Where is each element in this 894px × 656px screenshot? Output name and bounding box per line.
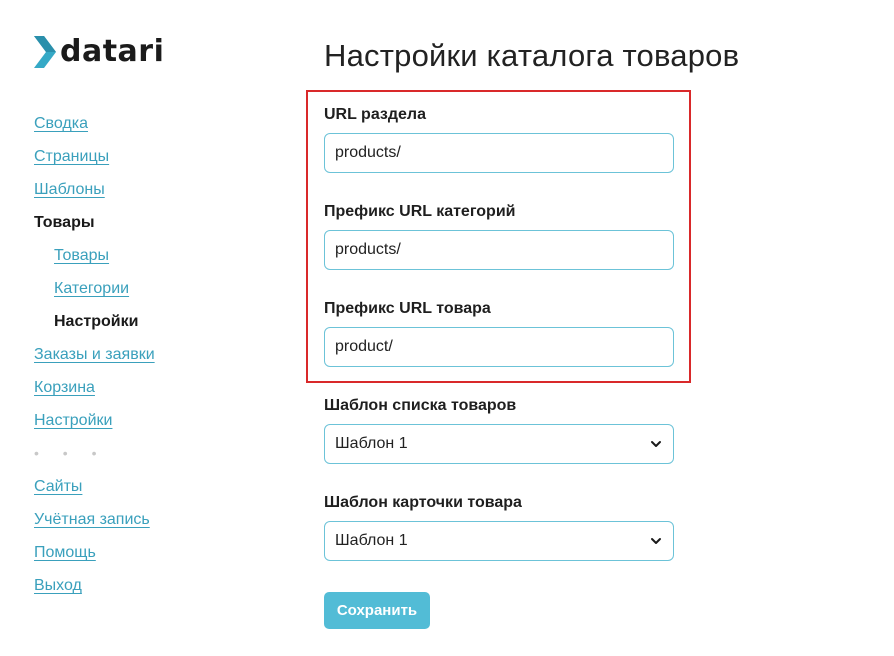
logo-mark-icon: [34, 36, 56, 68]
sidebar-separator: • • •: [34, 440, 274, 473]
category-prefix-label: Префикс URL категорий: [324, 203, 516, 220]
sidebar-item-label[interactable]: Сайты: [34, 478, 82, 495]
product-prefix-input[interactable]: [324, 327, 674, 367]
sidebar-item-pages[interactable]: Страницы: [34, 143, 274, 176]
sidebar-subitem-categories[interactable]: Категории: [34, 275, 274, 308]
sidebar-item-label[interactable]: Настройки: [34, 412, 112, 429]
sidebar-item-label[interactable]: Страницы: [34, 148, 109, 165]
section-url-label: URL раздела: [324, 106, 426, 123]
chevron-down-icon: [651, 538, 661, 544]
sidebar-item-products-section: Товары: [34, 209, 274, 242]
save-button[interactable]: Сохранить: [324, 592, 430, 629]
card-template-select[interactable]: Шаблон 1: [324, 521, 674, 561]
sidebar-item-label[interactable]: Выход: [34, 577, 82, 594]
sidebar-subitem-products[interactable]: Товары: [34, 242, 274, 275]
sidebar-item-label: Товары: [34, 214, 95, 231]
sidebar-item-label[interactable]: Шаблоны: [34, 181, 105, 198]
list-template-label: Шаблон списка товаров: [324, 397, 517, 414]
sidebar-item-cart[interactable]: Корзина: [34, 374, 274, 407]
sidebar-item-logout[interactable]: Выход: [34, 572, 274, 605]
chevron-down-icon: [651, 441, 661, 447]
sidebar-item-label[interactable]: Корзина: [34, 379, 95, 396]
logo[interactable]: datari: [34, 36, 164, 68]
sidebar-item-settings[interactable]: Настройки: [34, 407, 274, 440]
sidebar-nav: Сводка Страницы Шаблоны Товары Товары Ка…: [34, 110, 274, 605]
section-url-input[interactable]: [324, 133, 674, 173]
sidebar-item-summary[interactable]: Сводка: [34, 110, 274, 143]
sidebar-subitem-settings-active: Настройки: [34, 308, 274, 341]
sidebar-item-label[interactable]: Помощь: [34, 544, 96, 561]
card-template-label: Шаблон карточки товара: [324, 494, 522, 511]
list-template-value: Шаблон 1: [335, 435, 408, 452]
product-prefix-label: Префикс URL товара: [324, 300, 491, 317]
sidebar-item-label[interactable]: Учётная запись: [34, 511, 150, 528]
card-template-value: Шаблон 1: [335, 532, 408, 549]
page: datari Сводка Страницы Шаблоны Товары То…: [0, 0, 894, 656]
page-title: Настройки каталога товаров: [324, 38, 740, 73]
logo-wordmark: datari: [60, 34, 165, 69]
sidebar-item-label[interactable]: Товары: [54, 247, 109, 264]
sidebar-item-label[interactable]: Сводка: [34, 115, 88, 132]
sidebar-item-orders[interactable]: Заказы и заявки: [34, 341, 274, 374]
sidebar-item-label: Настройки: [54, 313, 139, 330]
sidebar-item-templates[interactable]: Шаблоны: [34, 176, 274, 209]
sidebar-item-label[interactable]: Заказы и заявки: [34, 346, 155, 363]
sidebar-item-label[interactable]: Категории: [54, 280, 129, 297]
sidebar-item-account[interactable]: Учётная запись: [34, 506, 274, 539]
sidebar-item-help[interactable]: Помощь: [34, 539, 274, 572]
separator-dots: • • •: [34, 445, 107, 461]
category-prefix-input[interactable]: [324, 230, 674, 270]
list-template-select[interactable]: Шаблон 1: [324, 424, 674, 464]
sidebar-item-sites[interactable]: Сайты: [34, 473, 274, 506]
